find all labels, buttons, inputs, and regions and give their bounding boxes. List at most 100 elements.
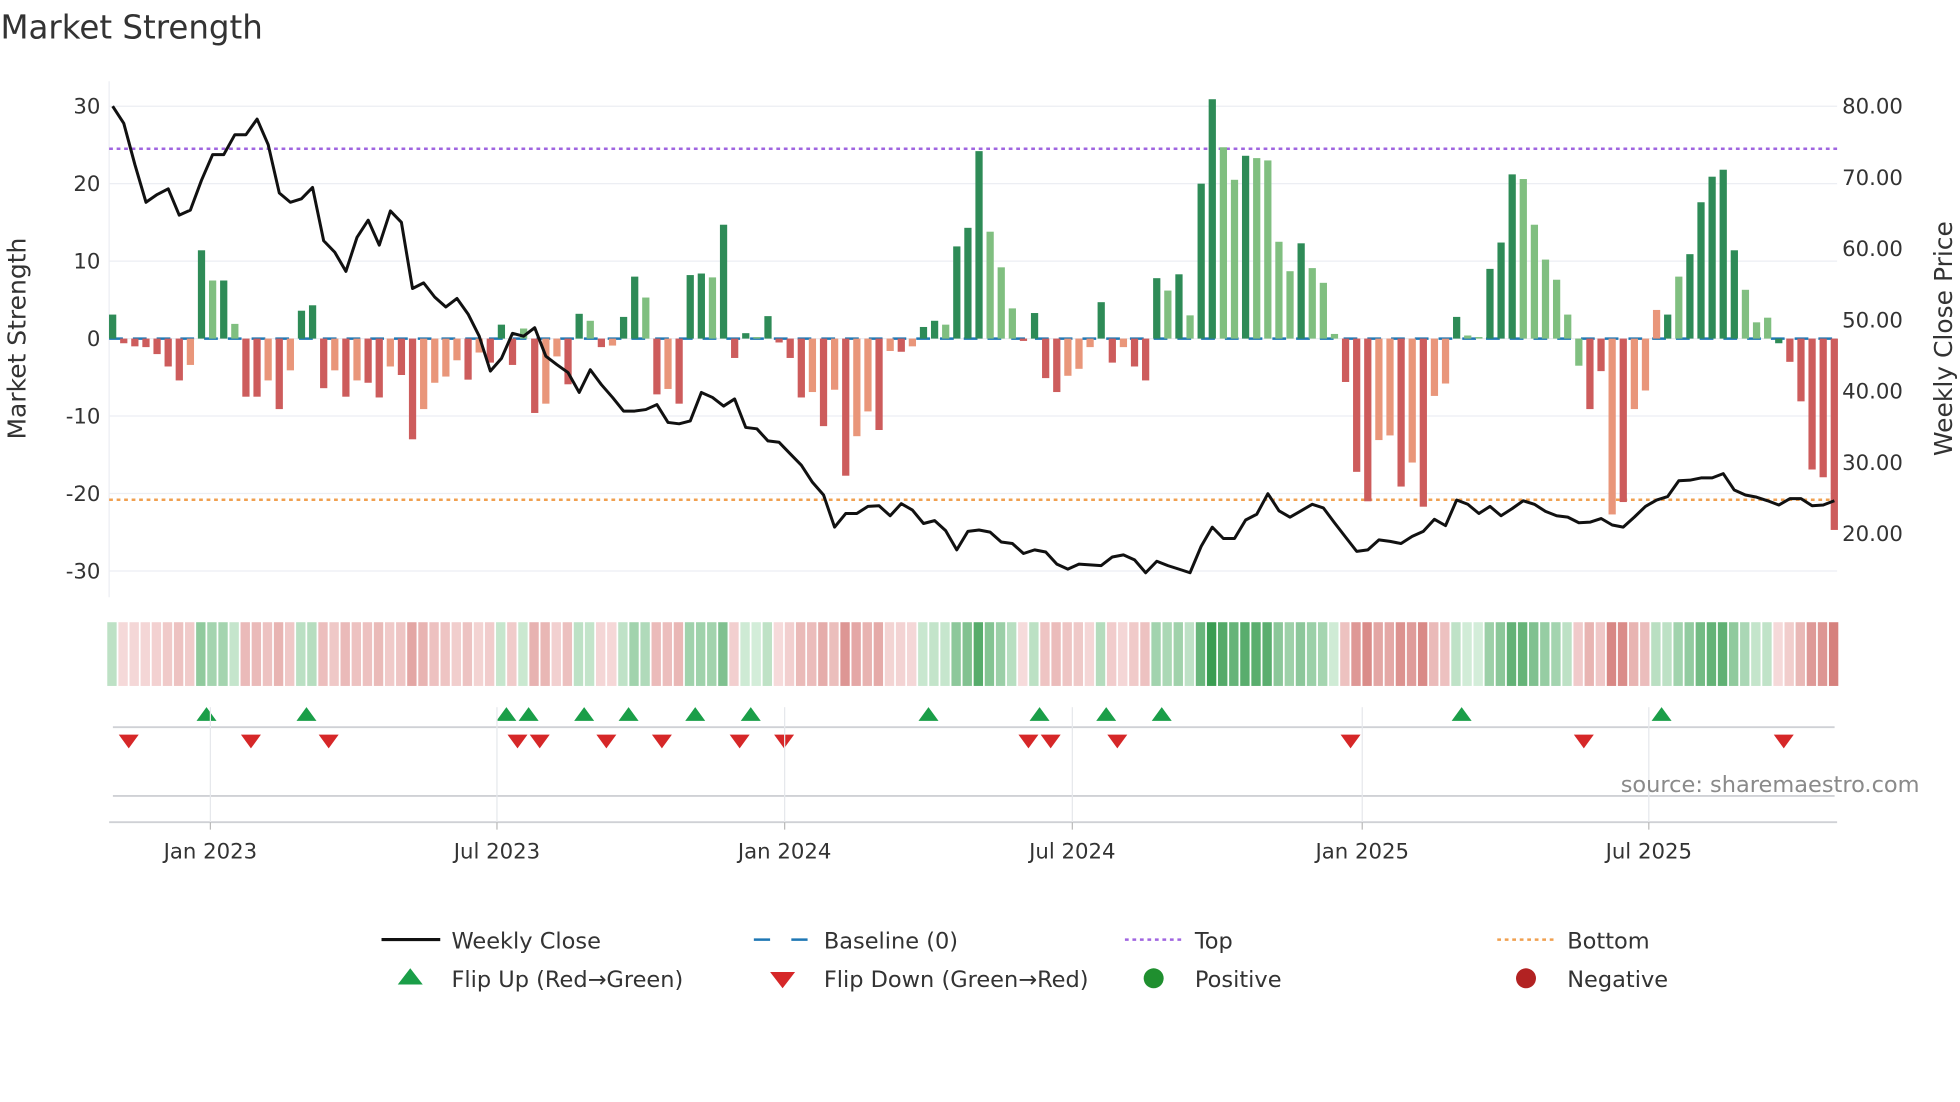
strip-cell bbox=[462, 622, 473, 686]
strip-cell bbox=[1495, 622, 1506, 686]
strip-cell bbox=[1429, 622, 1439, 686]
triangle-up-icon bbox=[397, 968, 423, 985]
strength-bar bbox=[1597, 338, 1605, 372]
strip-cell bbox=[1795, 622, 1805, 686]
market-strength-chart: Market Strength 30 20 10 0 -10 -20 -30 80.00 70… bbox=[0, 9, 1958, 993]
strip-cell bbox=[807, 622, 817, 686]
strip-cell bbox=[407, 622, 417, 686]
strength-bar bbox=[1708, 176, 1716, 339]
strength-bar bbox=[631, 276, 639, 339]
strip-cell bbox=[373, 622, 384, 686]
strip-cell bbox=[273, 622, 284, 686]
strength-bar bbox=[1364, 338, 1372, 502]
strip-cell bbox=[284, 622, 295, 686]
flip-up-marker bbox=[574, 707, 595, 721]
right-tick-label: 40.00 bbox=[1842, 380, 1903, 405]
strip-cell bbox=[873, 622, 884, 686]
flip-up-marker bbox=[1096, 707, 1117, 721]
strength-bar bbox=[320, 338, 328, 389]
strength-bar bbox=[997, 267, 1005, 339]
strip-cell bbox=[1273, 622, 1283, 686]
strip-cell bbox=[1584, 622, 1594, 686]
strength-bar bbox=[1108, 338, 1116, 363]
strip-cell bbox=[751, 622, 761, 686]
strength-bar bbox=[797, 338, 805, 398]
strength-bar bbox=[1353, 338, 1361, 472]
strength-bar bbox=[1086, 338, 1094, 348]
strength-bar bbox=[1230, 179, 1239, 339]
strip-cell bbox=[1218, 622, 1228, 686]
strength-bar bbox=[975, 151, 983, 339]
strip-cell bbox=[618, 622, 628, 686]
strength-bar bbox=[1308, 268, 1316, 339]
strip-cell bbox=[496, 622, 506, 686]
strength-bar bbox=[231, 323, 239, 339]
strip-cell bbox=[529, 622, 539, 686]
strength-bar bbox=[242, 338, 250, 397]
strength-bar bbox=[1453, 316, 1461, 339]
flip-up-marker bbox=[518, 707, 539, 721]
flip-up-marker bbox=[918, 707, 939, 721]
strip-cell bbox=[651, 622, 661, 686]
strength-bar bbox=[1419, 338, 1427, 507]
strip-cell bbox=[1473, 622, 1483, 686]
legend-item: Top bbox=[1124, 928, 1233, 954]
strength-bar bbox=[297, 310, 306, 339]
x-tick-label: Jul 2024 bbox=[1027, 839, 1115, 864]
strength-bar bbox=[1808, 338, 1816, 470]
strength-bar bbox=[1608, 338, 1616, 515]
strip-cell bbox=[1162, 622, 1172, 686]
strip-cell bbox=[818, 622, 828, 686]
strip-cell bbox=[473, 622, 484, 686]
strength-bar bbox=[1264, 160, 1272, 339]
strength-bar bbox=[1775, 338, 1783, 344]
strip-cell bbox=[1373, 622, 1383, 686]
strength-bar bbox=[1619, 338, 1627, 503]
strip-cell bbox=[1106, 622, 1117, 686]
strength-bar bbox=[675, 338, 683, 404]
strength-bar bbox=[142, 338, 150, 348]
strip-cell bbox=[1717, 622, 1728, 686]
flip-down-marker bbox=[240, 734, 261, 749]
strength-bar bbox=[153, 338, 161, 355]
strip-cell bbox=[1095, 622, 1106, 686]
strip-cell bbox=[518, 622, 528, 686]
strip-cell bbox=[1029, 622, 1039, 686]
strength-bar bbox=[420, 338, 428, 410]
strength-bar bbox=[1752, 322, 1761, 339]
strip-cell bbox=[740, 622, 750, 686]
strength-bar bbox=[186, 338, 195, 365]
strip-cell bbox=[1806, 622, 1817, 686]
strength-bar bbox=[1586, 338, 1594, 410]
legend-label: Baseline (0) bbox=[824, 928, 958, 954]
strength-bar bbox=[453, 338, 461, 361]
strength-bar bbox=[875, 338, 883, 431]
flip-markers-panel bbox=[109, 707, 1838, 824]
strip-cell bbox=[1195, 622, 1206, 686]
strength-bar bbox=[286, 338, 294, 371]
strength-bar bbox=[808, 338, 817, 393]
strength-bar bbox=[353, 338, 361, 381]
left-tick-label: 0 bbox=[87, 327, 101, 352]
strip-cell bbox=[1628, 622, 1639, 686]
strip-cell bbox=[940, 622, 950, 686]
strip-cell bbox=[185, 622, 195, 686]
strength-bar bbox=[1797, 338, 1805, 402]
strip-cell bbox=[140, 622, 150, 686]
legend-label: Flip Up (Red→Green) bbox=[451, 967, 683, 993]
strip-cell bbox=[1728, 622, 1739, 686]
strength-bar bbox=[597, 338, 605, 348]
strength-bar bbox=[464, 338, 472, 380]
strength-bar bbox=[1330, 333, 1339, 339]
strip-cell bbox=[229, 622, 239, 686]
flip-up-marker bbox=[196, 707, 217, 721]
strip-cell bbox=[1362, 622, 1372, 686]
strength-bar bbox=[1719, 169, 1727, 339]
strength-bar bbox=[731, 338, 739, 358]
strip-cell bbox=[1506, 622, 1517, 686]
strength-bar bbox=[275, 338, 283, 410]
strip-cell bbox=[1484, 622, 1494, 686]
strength-bar bbox=[1341, 338, 1350, 382]
legend-label: Flip Down (Green→Red) bbox=[824, 967, 1089, 993]
strength-bar bbox=[953, 246, 961, 339]
